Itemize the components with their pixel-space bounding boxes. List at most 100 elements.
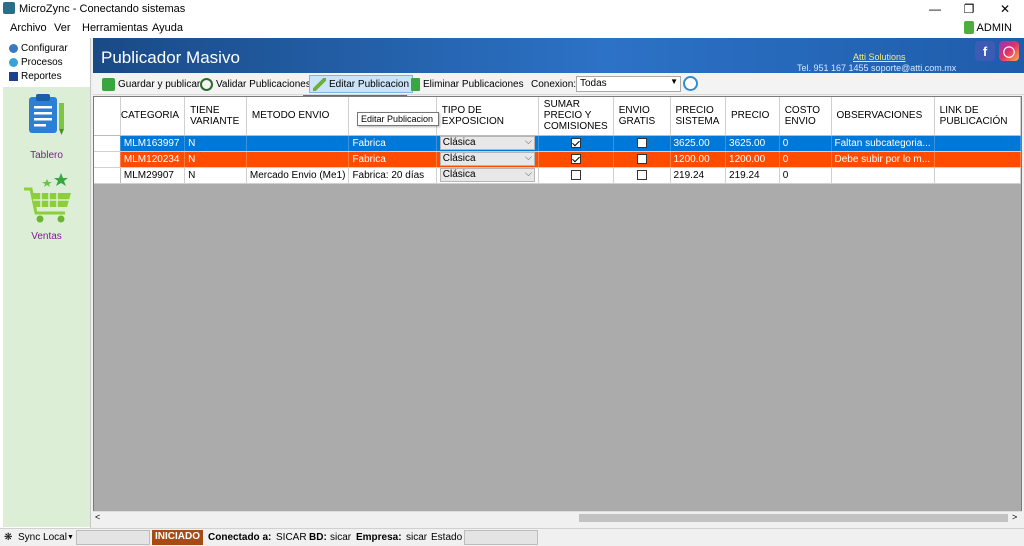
- exposicion-dropdown[interactable]: Clásica: [439, 151, 535, 166]
- col-link[interactable]: LINK DE PUBLICACIÓN: [934, 97, 1021, 136]
- menu-ver[interactable]: Ver: [54, 22, 71, 34]
- eliminar-publicaciones-button[interactable]: Eliminar Publicaciones: [408, 75, 527, 93]
- cell-link[interactable]: [934, 151, 1021, 168]
- cell-fabrica[interactable]: Fabrica: 20 días: [348, 167, 437, 184]
- exposicion-dropdown[interactable]: Clásica: [439, 135, 535, 150]
- cell-precio[interactable]: 219.24: [725, 167, 780, 184]
- gratis-checkbox[interactable]: [636, 153, 647, 164]
- close-button[interactable]: ✕: [988, 0, 1022, 18]
- cell-categoria[interactable]: MLM120234: [120, 151, 186, 168]
- tree-item-configurar[interactable]: Configurar: [3, 41, 89, 55]
- cell-sumar[interactable]: [538, 151, 614, 168]
- cell-exposicion[interactable]: Clásica: [436, 151, 539, 168]
- spinner-icon: ❋: [4, 532, 13, 543]
- cell-sumar[interactable]: [538, 135, 614, 152]
- cell-precio[interactable]: 1200.00: [725, 151, 780, 168]
- cell-metodo[interactable]: [246, 135, 350, 152]
- nav-ventas-label[interactable]: Ventas: [3, 231, 90, 242]
- validar-publicaciones-button[interactable]: Validar Publicaciones: [197, 75, 314, 93]
- menu-archivo[interactable]: Archivo: [10, 22, 47, 34]
- cell-gratis[interactable]: [613, 135, 671, 152]
- col-tiene-variante[interactable]: TIENE VARIANTE: [184, 97, 247, 136]
- menu-herramientas[interactable]: Herramientas: [82, 22, 148, 34]
- cell-categoria[interactable]: MLM163997: [120, 135, 186, 152]
- col-precio-sistema[interactable]: PRECIO SISTEMA: [670, 97, 727, 136]
- cell-precio-sistema[interactable]: 3625.00: [670, 135, 727, 152]
- conexion-select[interactable]: Todas ▼: [576, 76, 681, 92]
- scroll-right-icon[interactable]: >: [1012, 512, 1017, 522]
- row-pointer-icon[interactable]: ▶: [94, 135, 121, 152]
- magnifier-icon: [200, 77, 213, 91]
- tree-item-procesos[interactable]: Procesos: [3, 55, 89, 69]
- cell-precio-sistema[interactable]: 219.24: [670, 167, 727, 184]
- menu-bar: Archivo Ver Herramientas Ayuda ADMIN: [0, 18, 1024, 38]
- report-icon: [9, 71, 18, 81]
- row-header[interactable]: [94, 151, 121, 168]
- exposicion-dropdown[interactable]: Clásica: [439, 167, 535, 182]
- cell-exposicion[interactable]: Clásica: [436, 135, 539, 152]
- cell-costo[interactable]: 0: [779, 135, 832, 152]
- menu-ayuda[interactable]: Ayuda: [152, 22, 183, 34]
- nav-tree: Configurar Procesos Reportes: [3, 41, 89, 87]
- cell-link[interactable]: [934, 167, 1021, 184]
- nav-tablero-label[interactable]: Tablero: [3, 150, 90, 161]
- user-menu[interactable]: ADMIN: [963, 21, 1012, 34]
- tablero-button[interactable]: [25, 93, 67, 151]
- instagram-icon[interactable]: ◯: [999, 41, 1019, 61]
- col-precio[interactable]: PRECIO: [725, 97, 780, 136]
- cell-metodo[interactable]: Mercado Envio (Me1): [246, 167, 350, 184]
- cell-observaciones[interactable]: [831, 167, 935, 184]
- col-observaciones[interactable]: OBSERVACIONES: [831, 97, 935, 136]
- editar-publicacion-button[interactable]: Editar Publicacion: [309, 75, 414, 93]
- sumar-checkbox[interactable]: [570, 137, 581, 148]
- cell-variante[interactable]: N: [184, 167, 247, 184]
- cell-exposicion[interactable]: Clásica: [436, 167, 539, 184]
- scroll-thumb[interactable]: [579, 514, 1008, 522]
- sumar-checkbox[interactable]: [570, 153, 581, 164]
- cell-gratis[interactable]: [613, 151, 671, 168]
- cell-observaciones[interactable]: Debe subir por lo m...: [831, 151, 935, 168]
- table-row[interactable]: MLM120234 N Fabrica Clásica 1200.00 1200…: [94, 151, 1021, 168]
- col-metodo-envio[interactable]: METODO ENVIO: [246, 97, 350, 136]
- cell-precio[interactable]: 3625.00: [725, 135, 780, 152]
- col-envio-gratis[interactable]: ENVIO GRATIS: [613, 97, 671, 136]
- cell-categoria[interactable]: MLM29907: [120, 167, 186, 184]
- col-costo-envio[interactable]: COSTO ENVIO: [779, 97, 832, 136]
- company-link[interactable]: Atti Solutions: [853, 52, 906, 62]
- sync-dropdown[interactable]: Sync Local: [18, 532, 67, 543]
- cell-fabrica[interactable]: Fabrica: [348, 151, 437, 168]
- header-row: CATEGORIA TIENE VARIANTE METODO ENVIO TI…: [94, 97, 1021, 136]
- button-label: Editar Publicacion: [329, 78, 410, 90]
- cell-sumar[interactable]: [538, 167, 614, 184]
- table-row[interactable]: ▶ MLM163997 N Fabrica Clásica 3625.00 36…: [94, 135, 1021, 152]
- cell-variante[interactable]: N: [184, 135, 247, 152]
- cell-observaciones[interactable]: Faltan subcategoria...: [831, 135, 935, 152]
- refresh-icon[interactable]: [683, 76, 698, 91]
- cell-metodo[interactable]: [246, 151, 350, 168]
- cell-link[interactable]: [934, 135, 1021, 152]
- row-header[interactable]: [94, 167, 121, 184]
- scroll-left-icon[interactable]: <: [95, 512, 100, 522]
- chevron-down-icon[interactable]: ▼: [67, 534, 74, 541]
- sumar-checkbox[interactable]: [570, 169, 581, 180]
- ventas-button[interactable]: [21, 171, 75, 227]
- cell-costo[interactable]: 0: [779, 167, 832, 184]
- table-row[interactable]: MLM29907 N Mercado Envio (Me1) Fabrica: …: [94, 167, 1021, 184]
- guardar-publicar-button[interactable]: Guardar y publicar: [99, 75, 203, 93]
- minimize-button[interactable]: —: [918, 0, 952, 18]
- data-grid[interactable]: CATEGORIA TIENE VARIANTE METODO ENVIO TI…: [93, 96, 1022, 523]
- cell-fabrica[interactable]: Fabrica: [348, 135, 437, 152]
- cell-gratis[interactable]: [613, 167, 671, 184]
- restore-button[interactable]: ❐: [952, 0, 986, 18]
- col-sumar-precio[interactable]: SUMAR PRECIO Y COMISIONES: [538, 97, 614, 136]
- tree-item-reportes[interactable]: Reportes: [3, 69, 89, 83]
- col-categoria[interactable]: CATEGORIA: [120, 97, 186, 136]
- col-tipo-exposicion[interactable]: TIPO DE EXPOSICION: [436, 97, 539, 136]
- horizontal-scrollbar[interactable]: < >: [93, 511, 1022, 524]
- cell-costo[interactable]: 0: [779, 151, 832, 168]
- gratis-checkbox[interactable]: [636, 169, 647, 180]
- facebook-icon[interactable]: f: [975, 41, 995, 61]
- gratis-checkbox[interactable]: [636, 137, 647, 148]
- cell-precio-sistema[interactable]: 1200.00: [670, 151, 727, 168]
- cell-variante[interactable]: N: [184, 151, 247, 168]
